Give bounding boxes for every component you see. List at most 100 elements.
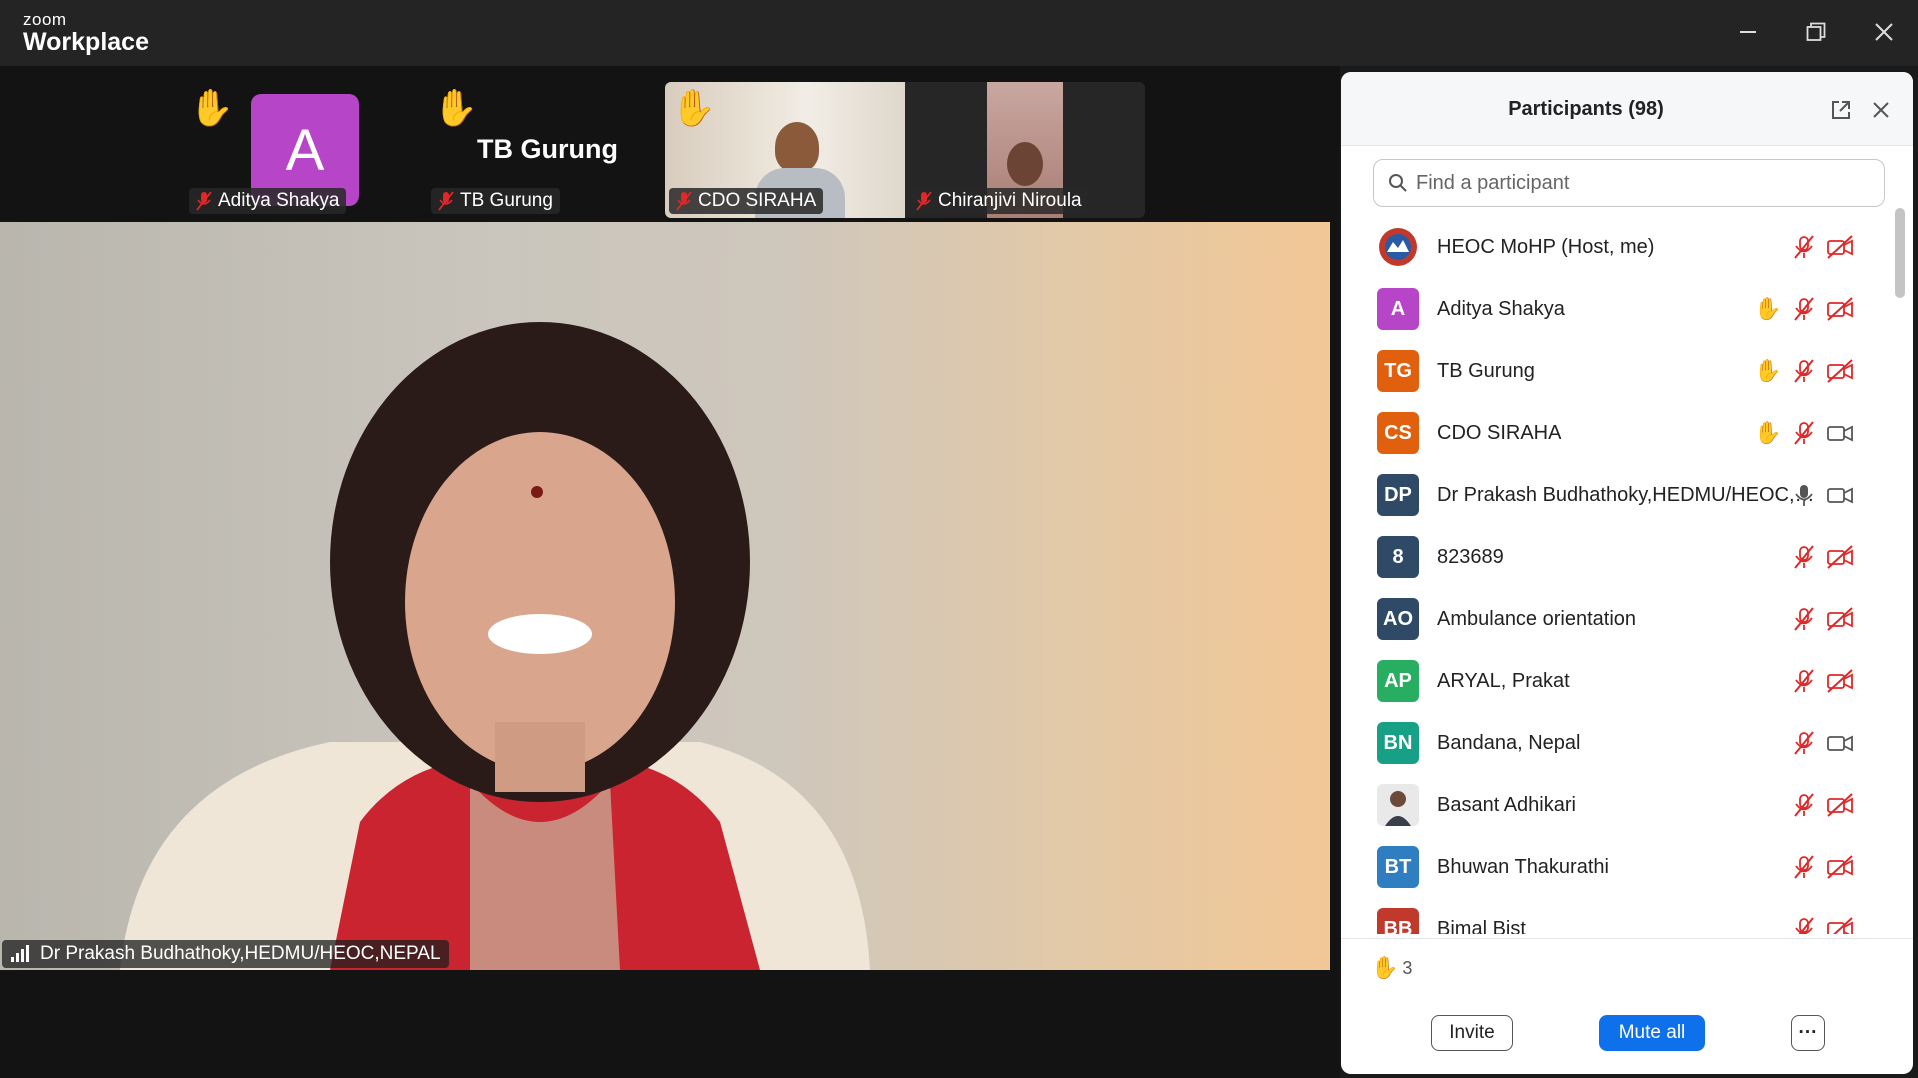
avatar: DP bbox=[1377, 474, 1419, 516]
mic-muted-icon[interactable] bbox=[1789, 604, 1819, 634]
participant-name: Dr Prakash Budhathoky,HEDMU/HEOC,N... bbox=[1437, 483, 1815, 506]
participant-row[interactable]: BT Bhuwan Thakurathi bbox=[1341, 836, 1901, 898]
mic-muted-icon[interactable] bbox=[1789, 666, 1819, 696]
more-options-button[interactable]: ··· bbox=[1791, 1015, 1825, 1051]
brand-small: zoom bbox=[23, 10, 67, 29]
video-tile-aditya[interactable]: ✋ A Aditya Shakya bbox=[185, 82, 425, 218]
popout-button[interactable] bbox=[1827, 96, 1855, 124]
mic-icon[interactable] bbox=[1789, 480, 1819, 510]
close-icon bbox=[1873, 102, 1889, 118]
raised-hand-icon: ✋ bbox=[1754, 358, 1782, 383]
restore-icon bbox=[1806, 22, 1826, 41]
avatar: BB bbox=[1377, 908, 1419, 934]
display-name-large: TB Gurung bbox=[477, 134, 618, 164]
avatar: 8 bbox=[1377, 536, 1419, 578]
avatar: AP bbox=[1377, 660, 1419, 702]
video-off-icon[interactable] bbox=[1825, 294, 1855, 324]
raised-hand-icon: ✋ bbox=[1371, 955, 1399, 980]
nametag-label: Aditya Shakya bbox=[218, 190, 340, 211]
panel-header: Participants (98) bbox=[1341, 72, 1913, 146]
mic-muted-icon[interactable] bbox=[1789, 914, 1819, 934]
panel-footer: ✋ 3 Invite Mute all ··· bbox=[1341, 938, 1913, 1074]
participant-row[interactable]: CS CDO SIRAHA ✋ bbox=[1341, 402, 1901, 464]
participant-video-feed bbox=[775, 122, 819, 172]
participant-name: 823689 bbox=[1437, 545, 1504, 568]
active-speaker-video[interactable]: Dr Prakash Budhathoky,HEDMU/HEOC,NEPAL bbox=[0, 222, 1330, 970]
brand-big: Workplace bbox=[23, 28, 149, 56]
raised-hand-icon: ✋ bbox=[189, 87, 234, 128]
video-tile-tb-gurung[interactable]: ✋ TB Gurung TB Gurung bbox=[425, 82, 665, 218]
invite-button[interactable]: Invite bbox=[1431, 1015, 1513, 1051]
nametag-label: TB Gurung bbox=[460, 190, 553, 211]
video-off-icon[interactable] bbox=[1825, 666, 1855, 696]
avatar: AO bbox=[1377, 598, 1419, 640]
participant-row[interactable]: AO Ambulance orientation bbox=[1341, 588, 1901, 650]
participant-name: HEOC MoHP (Host, me) bbox=[1437, 235, 1655, 258]
video-icon[interactable] bbox=[1825, 728, 1855, 758]
participant-name: CDO SIRAHA bbox=[1437, 421, 1562, 444]
mic-muted-icon[interactable] bbox=[1789, 418, 1819, 448]
participant-row[interactable]: HEOC MoHP (Host, me) bbox=[1341, 216, 1901, 278]
mic-muted-icon bbox=[438, 191, 454, 211]
avatar: CS bbox=[1377, 412, 1419, 454]
video-icon[interactable] bbox=[1825, 480, 1855, 510]
participant-nametag: CDO SIRAHA bbox=[669, 188, 824, 214]
avatar: A bbox=[1377, 288, 1419, 330]
video-off-icon[interactable] bbox=[1825, 604, 1855, 634]
mic-muted-icon[interactable] bbox=[1789, 294, 1819, 324]
participant-row[interactable]: 8 823689 bbox=[1341, 526, 1901, 588]
speaker-video-feed bbox=[120, 322, 870, 970]
mic-muted-icon[interactable] bbox=[1789, 852, 1819, 882]
participant-row[interactable]: DP Dr Prakash Budhathoky,HEDMU/HEOC,N... bbox=[1341, 464, 1901, 526]
mic-muted-icon[interactable] bbox=[1789, 542, 1819, 572]
video-tile-chiranjivi[interactable]: Chiranjivi Niroula bbox=[905, 82, 1145, 218]
zoom-workplace-logo: zoom Workplace bbox=[23, 10, 149, 56]
participant-row[interactable]: AP ARYAL, Prakat bbox=[1341, 650, 1901, 712]
avatar: BN bbox=[1377, 722, 1419, 764]
participant-search[interactable] bbox=[1373, 159, 1885, 207]
search-input[interactable] bbox=[1416, 171, 1856, 195]
mic-muted-icon[interactable] bbox=[1789, 790, 1819, 820]
minimize-button[interactable] bbox=[1728, 14, 1768, 50]
raised-hands-summary[interactable]: ✋ 3 bbox=[1371, 955, 1412, 981]
thumbnail-strip: ✋ A Aditya Shakya ✋ TB Gurung TB Gurung … bbox=[0, 82, 1340, 220]
speaker-name: Dr Prakash Budhathoky,HEDMU/HEOC,NEPAL bbox=[40, 943, 441, 964]
avatar bbox=[1377, 226, 1419, 268]
video-off-icon[interactable] bbox=[1825, 790, 1855, 820]
participant-row[interactable]: Basant Adhikari bbox=[1341, 774, 1901, 836]
mute-all-button[interactable]: Mute all bbox=[1599, 1015, 1705, 1051]
video-icon[interactable] bbox=[1825, 418, 1855, 448]
mic-muted-icon[interactable] bbox=[1789, 728, 1819, 758]
participant-row[interactable]: TG TB Gurung ✋ bbox=[1341, 340, 1901, 402]
panel-title: Participants (98) bbox=[1508, 98, 1664, 120]
participant-name: Bimal Bist bbox=[1437, 917, 1526, 935]
close-window-button[interactable] bbox=[1864, 14, 1904, 50]
avatar: TG bbox=[1377, 350, 1419, 392]
search-icon bbox=[1389, 174, 1407, 192]
participant-row[interactable]: BB Bimal Bist bbox=[1341, 898, 1901, 934]
mic-muted-icon[interactable] bbox=[1789, 232, 1819, 262]
participant-list[interactable]: HEOC MoHP (Host, me) A Aditya Shakya ✋ TG TB … bbox=[1341, 216, 1901, 934]
mic-muted-icon bbox=[196, 191, 212, 211]
mic-muted-icon[interactable] bbox=[1789, 356, 1819, 386]
participant-row[interactable]: BN Bandana, Nepal bbox=[1341, 712, 1901, 774]
close-panel-button[interactable] bbox=[1867, 96, 1895, 124]
scrollbar[interactable] bbox=[1895, 208, 1905, 934]
active-speaker-label: Dr Prakash Budhathoky,HEDMU/HEOC,NEPAL bbox=[2, 940, 449, 968]
video-off-icon[interactable] bbox=[1825, 914, 1855, 934]
participant-row[interactable]: A Aditya Shakya ✋ bbox=[1341, 278, 1901, 340]
participant-name: ARYAL, Prakat bbox=[1437, 669, 1570, 692]
video-off-icon[interactable] bbox=[1825, 232, 1855, 262]
close-icon bbox=[1875, 23, 1893, 41]
restore-button[interactable] bbox=[1796, 14, 1836, 50]
video-off-icon[interactable] bbox=[1825, 356, 1855, 386]
nametag-label: CDO SIRAHA bbox=[698, 190, 817, 211]
scrollbar-thumb[interactable] bbox=[1895, 208, 1905, 298]
pop-out-icon bbox=[1832, 101, 1850, 119]
mic-muted-icon bbox=[916, 191, 932, 211]
video-off-icon[interactable] bbox=[1825, 542, 1855, 572]
video-tile-cdo-siraha[interactable]: ✋ CDO SIRAHA bbox=[665, 82, 905, 218]
participant-name: Aditya Shakya bbox=[1437, 297, 1565, 320]
participant-nametag: TB Gurung bbox=[431, 188, 560, 214]
video-off-icon[interactable] bbox=[1825, 852, 1855, 882]
